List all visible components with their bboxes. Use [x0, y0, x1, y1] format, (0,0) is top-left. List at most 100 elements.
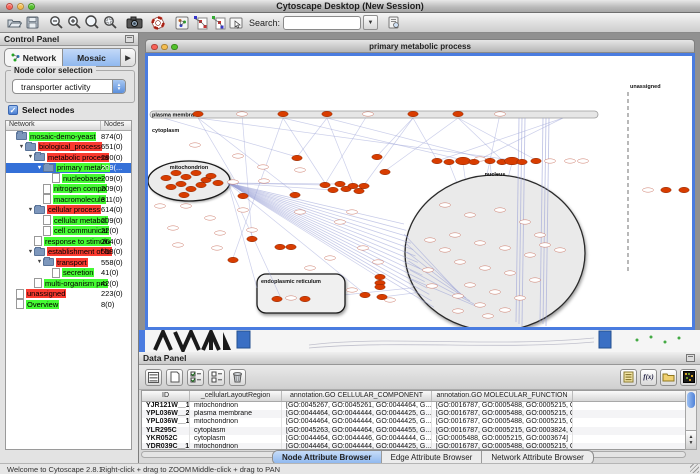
- network-node[interactable]: [469, 159, 479, 164]
- col-cellular-layout-region[interactable]: _cellularLayoutRegion: [190, 391, 282, 401]
- cell[interactable]: cytoplasm: [190, 427, 282, 435]
- network-node-label[interactable]: [520, 220, 531, 224]
- zoom-selected-icon[interactable]: [101, 14, 119, 31]
- expand-arrow-icon[interactable]: ▼: [27, 207, 34, 213]
- tree-row-cell-communicat[interactable]: cell communicat22(0): [6, 226, 131, 237]
- expand-arrow-icon[interactable]: ▼: [18, 144, 25, 150]
- tree-row-metabolic-process[interactable]: ▼metabolic process280(0): [6, 152, 131, 163]
- network-view-window[interactable]: primary metabolic process plasma membran…: [145, 39, 695, 330]
- cell[interactable]: YDR039C__1: [142, 443, 190, 450]
- tree-row-cellular-metabol[interactable]: cellular metabol209(0): [6, 215, 131, 226]
- help-lifesaver-icon[interactable]: [149, 14, 167, 31]
- network-node-label[interactable]: [237, 112, 248, 116]
- node-color-dropdown[interactable]: transporter activity ▲▼: [12, 79, 126, 94]
- annotation-icon[interactable]: [227, 14, 245, 31]
- network-node-label[interactable]: [540, 243, 551, 247]
- network-node[interactable]: [176, 181, 186, 186]
- network-node-label[interactable]: [555, 248, 566, 252]
- cell[interactable]: YJR121W__1: [142, 402, 190, 410]
- network-node-label[interactable]: [475, 241, 486, 245]
- network-node[interactable]: [278, 111, 288, 116]
- network-node[interactable]: [247, 236, 257, 241]
- layout-network-b-icon[interactable]: [209, 14, 227, 31]
- network-node-label[interactable]: [205, 216, 216, 220]
- tree-row-establishment-of-lo[interactable]: ▼establishment of lo558(0): [6, 247, 131, 258]
- network-node[interactable]: [328, 187, 338, 192]
- network-node[interactable]: [335, 181, 345, 186]
- tree-row-nitrogen-compo[interactable]: nitrogen compo209(0): [6, 184, 131, 195]
- attribute-grid-icon[interactable]: [145, 369, 162, 386]
- cell[interactable]: [GO:0016787, GO:0005488, GO:0005215, G..…: [432, 402, 573, 410]
- zoom-in-icon[interactable]: [65, 14, 83, 31]
- col-go-molecular-function[interactable]: annotation.GO MOLECULAR_FUNCTION: [432, 391, 573, 401]
- expand-arrow-icon[interactable]: ▼: [36, 165, 43, 171]
- delete-attribute-icon[interactable]: [229, 369, 246, 386]
- table-row-ylr295c[interactable]: YLR295Ccytoplasm[GO:0045263, GO:0044464,…: [142, 427, 685, 435]
- network-node[interactable]: [275, 244, 285, 249]
- network-node[interactable]: [228, 257, 238, 262]
- select-attributes-icon[interactable]: [187, 369, 204, 386]
- network-node-label[interactable]: [295, 168, 306, 172]
- network-node-label[interactable]: [450, 233, 461, 237]
- network-node[interactable]: [453, 111, 463, 116]
- cell[interactable]: mitochondrion: [190, 402, 282, 410]
- expand-arrow-icon[interactable]: ▼: [27, 249, 34, 255]
- expand-arrow-icon[interactable]: ▼: [36, 259, 43, 265]
- network-node[interactable]: [161, 175, 171, 180]
- network-node-label[interactable]: [190, 143, 201, 147]
- tree-col-nodes[interactable]: Nodes: [101, 121, 127, 130]
- network-node[interactable]: [320, 182, 330, 187]
- cell[interactable]: YKR052C: [142, 435, 190, 443]
- attribute-list-icon[interactable]: [620, 369, 637, 386]
- background-window-strip[interactable]: [139, 330, 700, 352]
- network-node[interactable]: [272, 296, 282, 301]
- tree-row-cellular-process[interactable]: ▼cellular process614(0): [6, 205, 131, 216]
- tree-row-mosaic-demo-yeast[interactable]: mosaic-demo-yeast874(0): [6, 131, 131, 142]
- network-node[interactable]: [191, 170, 201, 175]
- network-node-label[interactable]: [505, 271, 516, 275]
- cell[interactable]: [GO:0016787, GO:0005215, GO:0003824, G..…: [432, 427, 573, 435]
- network-node[interactable]: [444, 159, 454, 164]
- tree-row-multi-organism-pro[interactable]: multi-organism pro42(0): [6, 278, 131, 289]
- tree-row-biological-process[interactable]: ▼biological_process651(0): [6, 142, 131, 153]
- search-options-icon[interactable]: [384, 14, 402, 31]
- network-node[interactable]: [348, 183, 358, 188]
- network-node-label[interactable]: [440, 248, 451, 252]
- network-node-label[interactable]: [363, 112, 374, 116]
- network-node-label[interactable]: [425, 238, 436, 242]
- network-node[interactable]: [485, 158, 495, 163]
- network-node[interactable]: [193, 111, 203, 116]
- tree-row-overview[interactable]: Overview8(0): [6, 299, 131, 310]
- network-node-label[interactable]: [335, 220, 346, 224]
- layout-network-a-icon[interactable]: [191, 14, 209, 31]
- network-node-label[interactable]: [440, 203, 451, 207]
- network-node-label[interactable]: [453, 309, 464, 313]
- network-node[interactable]: [375, 274, 385, 279]
- network-node-label[interactable]: [295, 210, 306, 214]
- network-node-label[interactable]: [500, 246, 511, 250]
- tree-row-secretion[interactable]: secretion41(0): [6, 268, 131, 279]
- network-node[interactable]: [213, 180, 223, 185]
- cell[interactable]: YLR295C: [142, 427, 190, 435]
- new-attribute-icon[interactable]: [166, 369, 183, 386]
- search-dropdown-button[interactable]: ▼: [363, 15, 378, 30]
- network-node[interactable]: [171, 170, 181, 175]
- cell[interactable]: [GO:0044464, GO:0044444, GO:0044425, G..…: [282, 443, 432, 450]
- network-node[interactable]: [196, 182, 206, 187]
- unselect-attributes-icon[interactable]: [208, 369, 225, 386]
- tree-row-primary-metabo[interactable]: ▼primary metabo209(...: [6, 163, 131, 174]
- network-node-label[interactable]: [565, 159, 576, 163]
- network-node-label[interactable]: [305, 266, 316, 270]
- scrollbar-thumb[interactable]: [687, 392, 695, 408]
- network-node-label[interactable]: [286, 296, 297, 300]
- snapshot-camera-icon[interactable]: [125, 14, 143, 31]
- network-graph[interactable]: plasma membrane cytoplasm mitochondrion …: [148, 56, 692, 327]
- cell[interactable]: YPL036W__1: [142, 418, 190, 426]
- network-node[interactable]: [517, 159, 527, 164]
- cell[interactable]: [GO:0016787, GO:0005488, GO:0005215, G..…: [432, 410, 573, 418]
- network-node[interactable]: [408, 111, 418, 116]
- network-node-label[interactable]: [212, 246, 223, 250]
- network-node[interactable]: [661, 187, 671, 192]
- network-node-label[interactable]: [259, 179, 270, 183]
- network-node[interactable]: [166, 184, 176, 189]
